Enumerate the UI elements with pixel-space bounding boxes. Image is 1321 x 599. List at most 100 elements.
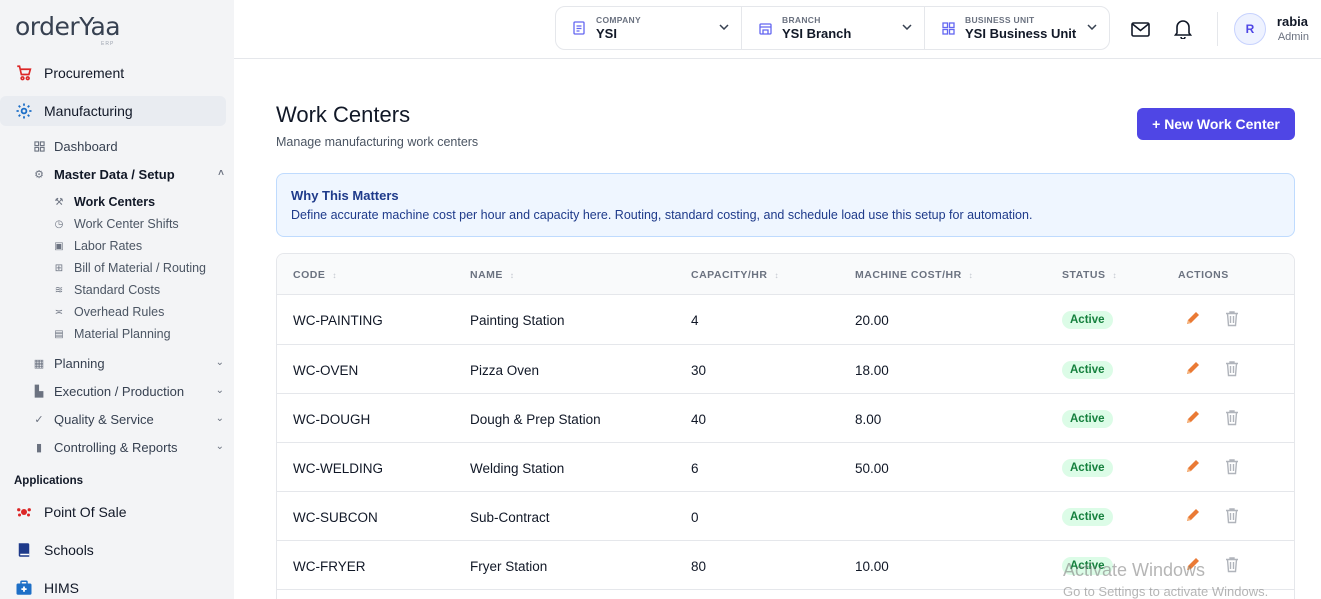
status-badge: Active (1062, 459, 1113, 477)
nav-dashboard-label: Dashboard (54, 138, 118, 154)
nav-dashboard[interactable]: Dashboard (0, 132, 234, 160)
context-selectors: COMPANY YSI BRANCH YSI Branch BUSINESS U… (555, 6, 1110, 50)
nav-overhead-rules-label: Overhead Rules (74, 305, 165, 319)
cell-code: WC-DOUGH (293, 412, 371, 427)
info-box: Why This Matters Define accurate machine… (276, 173, 1295, 237)
edit-icon[interactable] (1183, 456, 1203, 476)
chevron-down-icon: ⌄ (215, 441, 224, 452)
col-capacity[interactable]: CAPACITY/HR ↕ (691, 269, 779, 281)
nav-work-centers-label: Work Centers (74, 195, 156, 209)
applications-heading: Applications (14, 475, 84, 487)
nav-point-of-sale[interactable]: Point Of Sale (0, 497, 234, 527)
bell-icon[interactable] (1172, 18, 1194, 40)
nav-procurement[interactable]: Procurement (0, 58, 234, 88)
col-actions: ACTIONS (1178, 269, 1229, 281)
nav-overhead-rules[interactable]: ≍ Overhead Rules (0, 301, 234, 323)
cell-code: WC-SUBCON (293, 510, 378, 525)
nav-hims-label: HIMS (44, 580, 79, 596)
branch-select[interactable]: BRANCH YSI Branch (742, 7, 925, 49)
nav-quality[interactable]: ✓ Quality & Service ⌄ (0, 405, 234, 433)
table-row[interactable]: WC-DOUGH Dough & Prep Station 40 8.00 Active (277, 394, 1294, 443)
nav-work-center-shifts-label: Work Center Shifts (74, 217, 179, 231)
cell-capacity: 30 (691, 363, 707, 378)
edit-icon[interactable] (1183, 358, 1203, 378)
cell-machine-cost: 20.00 (855, 313, 889, 328)
mail-icon[interactable] (1129, 18, 1151, 40)
cell-name: Pizza Oven (470, 363, 540, 378)
nav-quality-label: Quality & Service (54, 411, 154, 427)
table-row[interactable]: WC-OVEN Pizza Oven 30 18.00 Active (277, 345, 1294, 394)
chevron-down-icon: ⌄ (215, 413, 224, 424)
app-logo[interactable]: orderYaa ERP (15, 12, 121, 47)
avatar[interactable]: R (1234, 13, 1266, 45)
nav-work-centers[interactable]: ⚒ Work Centers (0, 191, 234, 213)
nav-manufacturing[interactable]: Manufacturing (0, 96, 226, 126)
col-status[interactable]: STATUS ↕ (1062, 269, 1117, 281)
nav-procurement-label: Procurement (44, 65, 125, 81)
trash-icon[interactable] (1222, 407, 1242, 427)
nav-hims[interactable]: HIMS (0, 573, 234, 599)
table-row[interactable]: WC-PAINTING Painting Station 4 20.00 Active (277, 295, 1294, 345)
nav-bill-of-material[interactable]: ⊞ Bill of Material / Routing (0, 257, 234, 279)
chevron-down-icon (902, 21, 912, 33)
company-select[interactable]: COMPANY YSI (556, 7, 742, 49)
clock-icon: ◷ (54, 218, 64, 230)
nav-labor-rates-label: Labor Rates (74, 239, 143, 253)
company-label: COMPANY (596, 15, 641, 25)
edit-icon[interactable] (1183, 407, 1203, 427)
user-name[interactable]: rabia (1277, 14, 1308, 29)
cell-code: WC-PAINTING (293, 313, 383, 328)
watermark-subtitle: Go to Settings to activate Windows. (1063, 584, 1269, 599)
company-value: YSI (596, 26, 617, 41)
watermark-title: Activate Windows (1063, 560, 1206, 580)
col-code[interactable]: CODE ↕ (293, 269, 337, 281)
nav-bill-of-material-label: Bill of Material / Routing (74, 261, 207, 275)
user-role: Admin (1277, 31, 1309, 43)
bar-chart-icon: ▮ (35, 441, 43, 454)
edit-icon[interactable] (1183, 505, 1203, 525)
col-machine-cost[interactable]: MACHINE COST/HR ↕ (855, 269, 973, 281)
cell-capacity: 40 (691, 412, 707, 427)
grid-icon (33, 140, 45, 152)
trash-icon[interactable] (1222, 358, 1242, 378)
book-icon (14, 540, 34, 560)
nav-schools[interactable]: Schools (0, 535, 234, 565)
cell-capacity: 6 (691, 461, 699, 476)
status-badge: Active (1062, 361, 1113, 379)
nav-material-planning[interactable]: ▤ Material Planning (0, 323, 234, 345)
branch-value: YSI Branch (782, 26, 852, 41)
briefcase-icon: ▣ (54, 240, 64, 252)
sort-icon: ↕ (774, 271, 779, 280)
header-divider (1217, 12, 1218, 46)
new-work-center-button[interactable]: + New Work Center (1137, 108, 1295, 140)
coins-icon: ≋ (54, 284, 64, 296)
nav-work-center-shifts[interactable]: ◷ Work Center Shifts (0, 213, 234, 235)
cell-name: Welding Station (470, 461, 565, 476)
business-unit-label: BUSINESS UNIT (965, 15, 1035, 25)
edit-icon[interactable] (1183, 308, 1203, 328)
clipboard-icon: ▤ (54, 328, 64, 340)
cell-capacity: 0 (691, 510, 699, 525)
nav-planning-label: Planning (54, 355, 105, 371)
chevron-down-icon (719, 21, 729, 33)
work-centers-table: CODE ↕ NAME ↕ CAPACITY/HR ↕ MACHINE COST/HR… (276, 253, 1295, 599)
trash-icon[interactable] (1222, 456, 1242, 476)
chevron-up-icon: ˄ (218, 168, 224, 179)
cell-capacity: 4 (691, 313, 699, 328)
nav-standard-costs[interactable]: ≋ Standard Costs (0, 279, 234, 301)
table-row[interactable]: WC-WELDING Welding Station 6 50.00 Active (277, 443, 1294, 492)
factory-icon: ⚒ (54, 196, 64, 208)
business-unit-select[interactable]: BUSINESS UNIT YSI Business Unit (925, 7, 1109, 49)
logo-text: orderYaa (15, 12, 121, 41)
trash-icon[interactable] (1222, 308, 1242, 328)
nav-controlling[interactable]: ▮ Controlling & Reports ⌄ (0, 433, 234, 461)
info-text: Define accurate machine cost per hour an… (291, 208, 1033, 222)
nav-labor-rates[interactable]: ▣ Labor Rates (0, 235, 234, 257)
top-bar: COMPANY YSI BRANCH YSI Branch BUSINESS U… (234, 0, 1321, 59)
table-row[interactable]: WC-SUBCON Sub-Contract 0 Active (277, 492, 1294, 541)
trash-icon[interactable] (1222, 505, 1242, 525)
nav-execution[interactable]: ▙ Execution / Production ⌄ (0, 377, 234, 405)
nav-planning[interactable]: ▦ Planning ⌄ (0, 349, 234, 377)
col-name[interactable]: NAME ↕ (470, 269, 514, 281)
nav-master-data[interactable]: ⚙ Master Data / Setup ˄ (0, 160, 234, 188)
